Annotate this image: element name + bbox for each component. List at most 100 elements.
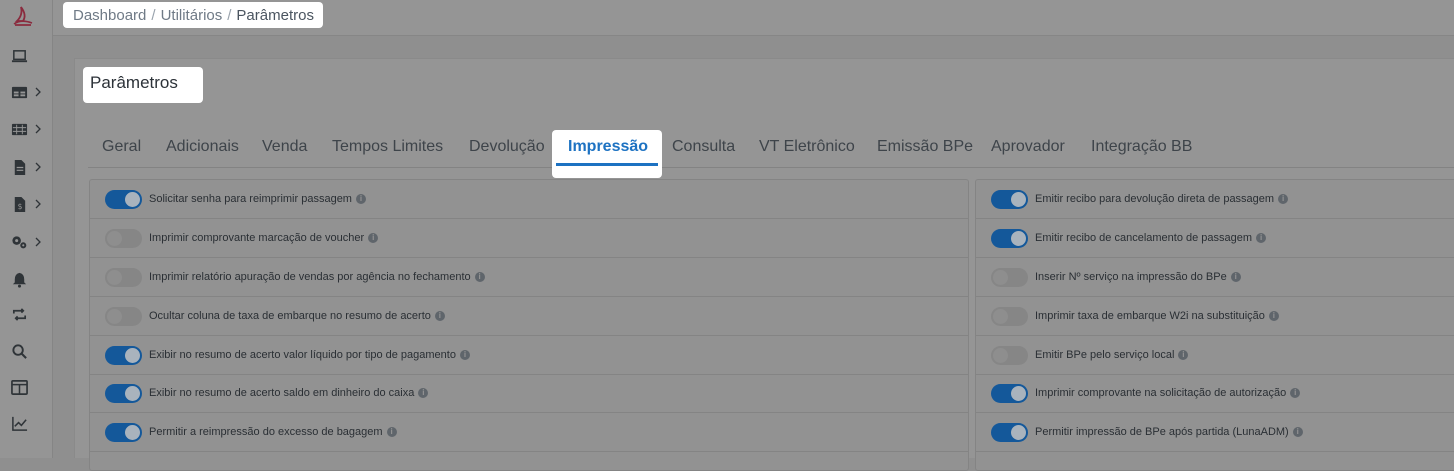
- setting-row: Solicitar senha para reimprimir passagem…: [90, 180, 968, 219]
- setting-label: Imprimir taxa de embarque W2i na substit…: [1035, 310, 1265, 322]
- toggle-switch[interactable]: [991, 228, 1028, 248]
- info-icon[interactable]: i: [1290, 388, 1301, 398]
- tabs-divider: [88, 167, 1454, 168]
- setting-row: Permitir impressão de BPe após partida (…: [976, 413, 1454, 452]
- toggle-knob: [993, 347, 1008, 363]
- toggle-switch[interactable]: [991, 422, 1028, 442]
- invoice-icon[interactable]: $: [11, 195, 31, 213]
- toggle-switch[interactable]: [105, 228, 142, 248]
- tab-emissao-bpe[interactable]: Emissão BPe: [877, 138, 973, 156]
- info-icon[interactable]: i: [1230, 272, 1241, 282]
- setting-label: Ocultar coluna de taxa de embarque no re…: [149, 310, 431, 322]
- toggle-switch[interactable]: [991, 189, 1028, 209]
- toggle-switch[interactable]: [105, 267, 142, 287]
- toggle-knob: [1011, 385, 1026, 401]
- info-icon[interactable]: i: [1256, 233, 1267, 243]
- chart-line-icon[interactable]: [11, 414, 31, 432]
- setting-row: Imprimir relatório apuração de vendas po…: [90, 258, 968, 297]
- toggle-switch[interactable]: [991, 306, 1028, 326]
- tab-vt-eletronico[interactable]: VT Eletrônico: [759, 138, 855, 156]
- tab-devolucao[interactable]: Devolução: [469, 138, 545, 156]
- toggle-switch[interactable]: [105, 306, 142, 326]
- setting-label: Permitir impressão de BPe após partida (…: [1035, 426, 1289, 438]
- layout-icon[interactable]: [11, 378, 31, 396]
- setting-row: Exibir no resumo de acerto saldo em dinh…: [90, 374, 968, 413]
- chevron-right-icon[interactable]: [35, 124, 41, 134]
- setting-label: Emitir recibo para devolução direta de p…: [1035, 193, 1275, 205]
- cogs-icon[interactable]: [11, 233, 31, 251]
- setting-label: Emitir BPe pelo serviço local: [1035, 349, 1175, 361]
- tab-geral[interactable]: Geral: [102, 138, 141, 156]
- tab-consulta[interactable]: Consulta: [672, 138, 735, 156]
- toggle-switch[interactable]: [991, 267, 1028, 287]
- breadcrumb-separator: /: [151, 6, 156, 24]
- info-icon[interactable]: i: [368, 233, 379, 243]
- setting-label: Exibir no resumo de acerto saldo em dinh…: [149, 387, 415, 399]
- tab-adicionais[interactable]: Adicionais: [166, 138, 239, 156]
- toggle-switch[interactable]: [105, 383, 142, 403]
- breadcrumb-dashboard[interactable]: Dashboard: [73, 7, 146, 24]
- setting-label: Exibir no resumo de acerto valor líquido…: [149, 349, 456, 361]
- info-icon[interactable]: i: [459, 350, 470, 360]
- search-icon[interactable]: [11, 342, 31, 360]
- setting-label: Imprimir relatório apuração de vendas po…: [149, 271, 471, 283]
- toggle-knob: [993, 308, 1008, 324]
- setting-label: Inserir Nº serviço na impressão do BPe: [1035, 271, 1227, 283]
- chevron-right-icon[interactable]: [35, 87, 41, 97]
- toggle-switch[interactable]: [105, 345, 142, 365]
- tab-tempos-limites[interactable]: Tempos Limites: [332, 138, 443, 156]
- setting-row: Imprimir comprovante marcação de voucher…: [90, 219, 968, 258]
- settings-panel-right: Emitir recibo para devolução direta de p…: [975, 179, 1454, 471]
- setting-row: Emitir BPe pelo serviço local i: [976, 336, 1454, 375]
- laptop-icon[interactable]: [11, 47, 31, 65]
- setting-row: Ocultar coluna de taxa de embarque no re…: [90, 297, 968, 336]
- info-icon[interactable]: i: [418, 388, 429, 398]
- logo-icon[interactable]: [11, 5, 35, 27]
- info-icon[interactable]: i: [1178, 350, 1189, 360]
- tab-venda[interactable]: Venda: [262, 138, 307, 156]
- info-icon[interactable]: i: [355, 194, 366, 204]
- info-icon[interactable]: i: [386, 427, 397, 437]
- toggle-knob: [1011, 230, 1026, 246]
- tab-integracao-bb[interactable]: Integração BB: [1091, 138, 1192, 156]
- breadcrumb-utilitarios[interactable]: Utilitários: [161, 7, 223, 24]
- toggle-knob: [107, 269, 122, 285]
- setting-label: Permitir a reimpressão do excesso de bag…: [149, 426, 383, 438]
- page-title: Parâmetros: [83, 67, 203, 103]
- info-icon[interactable]: i: [1268, 311, 1279, 321]
- document-icon[interactable]: [11, 158, 31, 176]
- toggle-knob: [125, 191, 140, 207]
- toggle-knob: [107, 230, 122, 246]
- info-icon[interactable]: i: [474, 272, 485, 282]
- chevron-right-icon[interactable]: [35, 162, 41, 172]
- info-icon[interactable]: i: [434, 311, 445, 321]
- toggle-switch[interactable]: [991, 383, 1028, 403]
- chevron-right-icon[interactable]: [35, 199, 41, 209]
- setting-row: Permitir a reimpressão do excesso de bag…: [90, 413, 968, 452]
- chevron-right-icon[interactable]: [35, 237, 41, 247]
- setting-row: Exibir no resumo de acerto valor líquido…: [90, 336, 968, 375]
- svg-text:$: $: [18, 202, 23, 211]
- grid-icon[interactable]: [11, 120, 31, 138]
- toggle-switch[interactable]: [991, 345, 1028, 365]
- setting-label: Imprimir comprovante na solicitação de a…: [1035, 387, 1287, 399]
- setting-label: Solicitar senha para reimprimir passagem: [149, 193, 352, 205]
- setting-row: Imprimir comprovante na solicitação de a…: [976, 374, 1454, 413]
- toggle-switch[interactable]: [105, 189, 142, 209]
- info-icon[interactable]: i: [1278, 194, 1289, 204]
- table-icon[interactable]: [11, 83, 31, 101]
- breadcrumb-parametros: Parâmetros: [236, 6, 314, 24]
- bell-icon[interactable]: [11, 270, 31, 288]
- tab-impressao[interactable]: Impressão: [568, 138, 648, 156]
- sidebar: $: [0, 0, 53, 458]
- settings-panel-left: Solicitar senha para reimprimir passagem…: [89, 179, 969, 471]
- tab-aprovador[interactable]: Aprovador: [991, 138, 1065, 156]
- breadcrumb-separator: /: [227, 6, 232, 24]
- toggle-knob: [993, 269, 1008, 285]
- setting-label: Imprimir comprovante marcação de voucher: [149, 232, 365, 244]
- setting-row: Imprimir taxa de embarque W2i na substit…: [976, 297, 1454, 336]
- toggle-switch[interactable]: [105, 422, 142, 442]
- info-icon[interactable]: i: [1292, 427, 1303, 437]
- toggle-knob: [1011, 191, 1026, 207]
- sync-icon[interactable]: [11, 305, 31, 323]
